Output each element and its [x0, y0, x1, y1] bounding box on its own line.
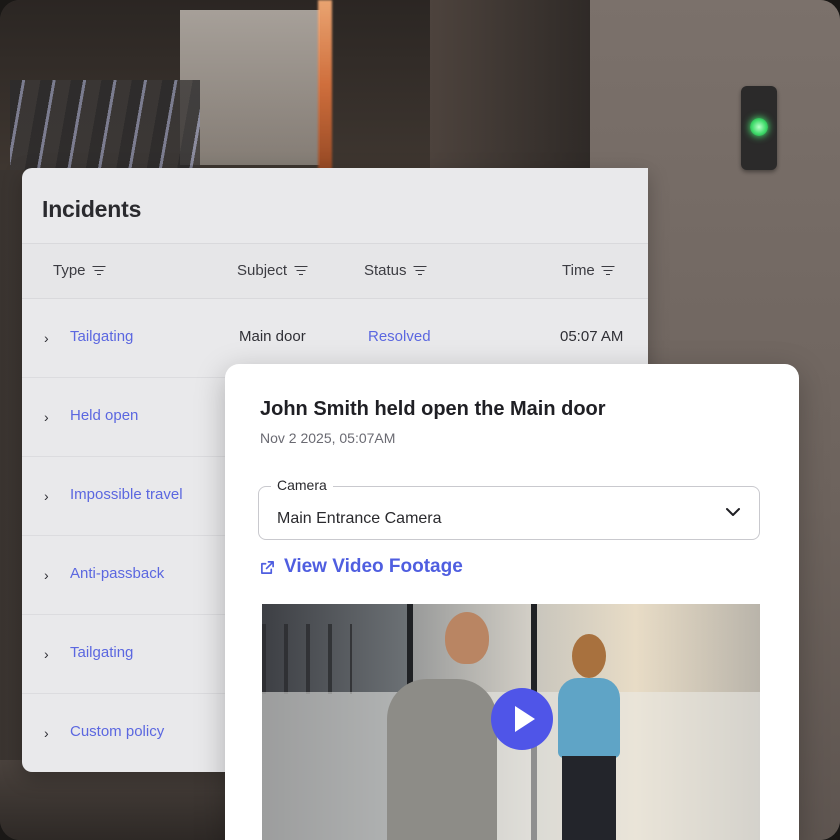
bg-light-strip: [318, 0, 332, 170]
incident-type[interactable]: Tailgating: [70, 328, 133, 345]
chevron-right-icon[interactable]: ›: [44, 567, 58, 583]
filter-icon[interactable]: [294, 265, 308, 276]
incident-detail-card: John Smith held open the Main door Nov 2…: [225, 364, 799, 840]
video-person-woman-legs: [562, 756, 616, 840]
incident-status: Resolved: [368, 328, 431, 345]
chevron-right-icon[interactable]: ›: [44, 488, 58, 504]
incident-subject: Main door: [239, 328, 306, 345]
column-header-time[interactable]: Time: [562, 262, 615, 279]
bg-gym-machines: [10, 80, 200, 170]
video-person-woman-head: [572, 634, 606, 678]
video-gym-equipment: [262, 624, 352, 694]
external-link-icon: [261, 560, 274, 574]
video-person-woman: [558, 678, 620, 758]
column-header-type[interactable]: Type: [53, 262, 106, 279]
camera-value: Main Entrance Camera: [277, 510, 442, 527]
column-label: Time: [562, 262, 595, 279]
play-icon: [514, 706, 535, 732]
incidents-title: Incidents: [42, 196, 142, 222]
filter-icon[interactable]: [92, 265, 106, 276]
chevron-right-icon[interactable]: ›: [44, 725, 58, 741]
camera-select[interactable]: Camera Main Entrance Camera: [258, 477, 760, 540]
incident-type[interactable]: Tailgating: [70, 644, 133, 661]
incident-type[interactable]: Impossible travel: [70, 486, 183, 503]
filter-icon[interactable]: [413, 265, 427, 276]
column-header-status[interactable]: Status: [364, 262, 427, 279]
column-label: Subject: [237, 262, 288, 279]
view-footage-label: View Video Footage: [284, 556, 463, 577]
column-label: Status: [364, 262, 407, 279]
background-photo: Incidents Type Subject Status Time › Tai…: [0, 0, 840, 840]
table-header: Type Subject Status Time: [22, 243, 648, 299]
chevron-right-icon[interactable]: ›: [44, 409, 58, 425]
reader-led-icon: [750, 118, 768, 136]
incident-type[interactable]: Anti-passback: [70, 565, 164, 582]
filter-icon[interactable]: [601, 265, 615, 276]
bg-door: [430, 0, 590, 170]
incident-type[interactable]: Custom policy: [70, 723, 164, 740]
chevron-right-icon[interactable]: ›: [44, 646, 58, 662]
column-header-subject[interactable]: Subject: [237, 262, 308, 279]
video-person-man: [387, 679, 497, 840]
detail-title: John Smith held open the Main door: [260, 398, 606, 420]
incident-time: 05:07 AM: [560, 328, 624, 345]
chevron-down-icon[interactable]: [725, 504, 741, 520]
play-button[interactable]: [491, 688, 553, 750]
incident-type[interactable]: Held open: [70, 407, 138, 424]
view-video-footage-link[interactable]: View Video Footage: [260, 556, 463, 578]
bg-window: [180, 10, 320, 165]
chevron-right-icon[interactable]: ›: [44, 330, 58, 346]
video-thumbnail[interactable]: [262, 604, 760, 840]
video-person-man-head: [445, 612, 489, 664]
detail-timestamp: Nov 2 2025, 05:07AM: [260, 430, 396, 446]
access-reader: [741, 86, 777, 170]
column-label: Type: [53, 262, 86, 279]
camera-label: Camera: [271, 477, 333, 493]
